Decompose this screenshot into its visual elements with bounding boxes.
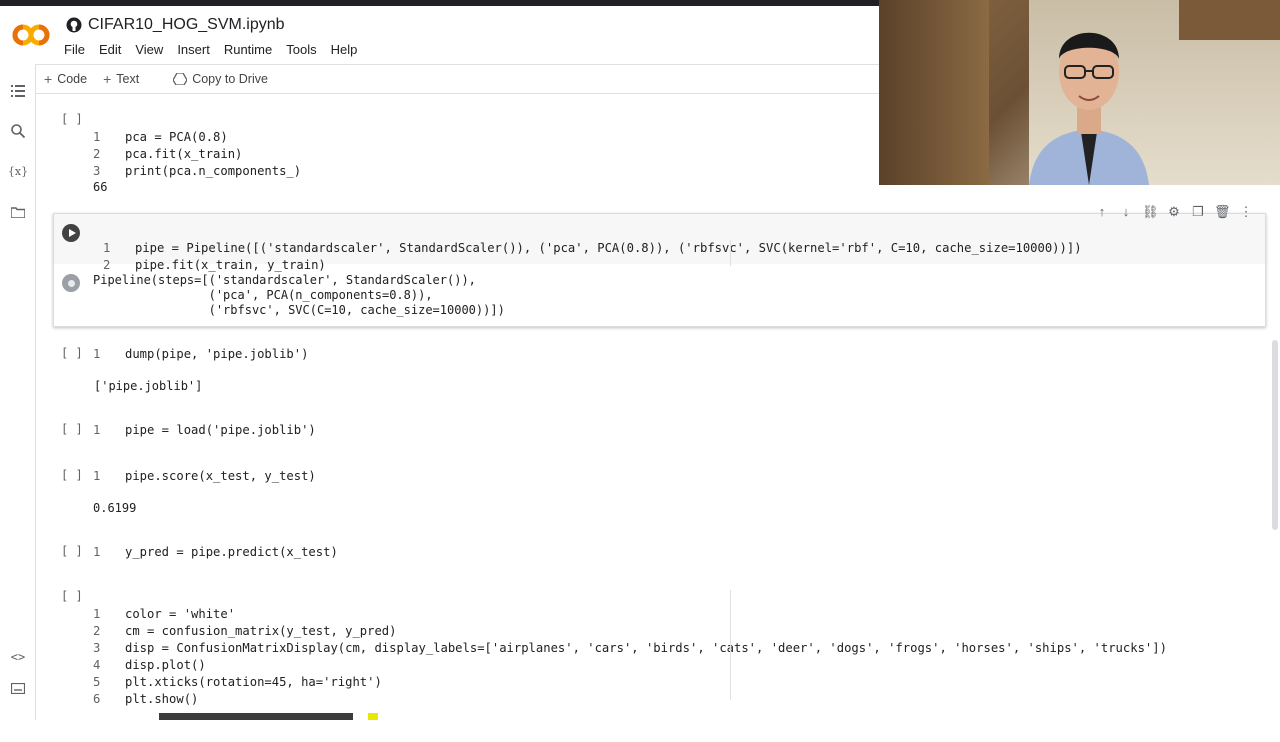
- menu-runtime[interactable]: Runtime: [224, 42, 272, 57]
- line-number: 1: [93, 130, 101, 144]
- code-line: plt.xticks(rotation=45, ha='right'): [125, 675, 382, 689]
- gear-icon[interactable]: ⚙: [1166, 204, 1182, 220]
- left-sidebar: {x} <>: [0, 64, 36, 720]
- delete-icon[interactable]: 🗑: [1214, 204, 1231, 220]
- cell-output: 0.6199: [93, 501, 137, 515]
- cell-code[interactable]: 1 pipe = load('pipe.joblib'): [93, 422, 316, 439]
- notebook-title-text[interactable]: CIFAR10_HOG_SVM.ipynb: [88, 16, 285, 34]
- code-line: pipe = Pipeline([('standardscaler', Stan…: [135, 241, 1082, 255]
- line-number: 4: [93, 658, 101, 672]
- cell-run-bracket[interactable]: [ ]: [61, 468, 83, 482]
- code-snippets-icon[interactable]: <>: [9, 648, 27, 666]
- code-line: disp = ConfusionMatrixDisplay(cm, displa…: [125, 641, 1167, 655]
- drive-icon: [173, 73, 188, 85]
- line-number: 1: [103, 241, 111, 255]
- cell-run-bracket[interactable]: [ ]: [61, 422, 83, 436]
- code-line: pipe = load('pipe.joblib'): [125, 423, 316, 437]
- cell-run-bracket[interactable]: [ ]: [61, 346, 83, 360]
- plus-icon: +: [103, 71, 112, 87]
- focused-code-cell[interactable]: 1 pipe = Pipeline([('standardscaler', Sta…: [53, 213, 1266, 327]
- plus-icon: +: [44, 71, 53, 87]
- cell-output: Pipeline(steps=[('standardscaler', Stand…: [93, 273, 505, 317]
- menu-view[interactable]: View: [135, 42, 163, 57]
- cell-output: ['pipe.joblib']: [94, 379, 203, 393]
- code-line: color = 'white': [125, 607, 236, 621]
- cell-code[interactable]: 1 y_pred = pipe.predict(x_test): [93, 544, 338, 561]
- code-line: disp.plot(): [125, 658, 206, 672]
- toc-icon[interactable]: [9, 82, 27, 100]
- cell-run-bracket[interactable]: [ ]: [61, 544, 83, 558]
- link-icon[interactable]: ⛓: [1142, 204, 1159, 220]
- add-code-label: Code: [57, 72, 88, 86]
- cell-code[interactable]: 1 dump(pipe, 'pipe.joblib'): [93, 346, 308, 363]
- cell-code[interactable]: 1 pca = PCA(0.8) 2 pca.fit(x_train) 3 print(p…: [93, 112, 301, 214]
- code-line: pca.fit(x_train): [125, 147, 243, 161]
- code-line: y_pred = pipe.predict(x_test): [125, 545, 338, 559]
- files-icon[interactable]: [9, 203, 27, 221]
- menu-tools[interactable]: Tools: [286, 42, 316, 57]
- line-number: 6: [93, 692, 101, 706]
- menu-file[interactable]: File: [64, 42, 85, 57]
- line-number: 1: [93, 545, 101, 559]
- code-line: cm = confusion_matrix(y_test, y_pred): [125, 624, 397, 638]
- line-number: 2: [103, 258, 111, 272]
- code-line: pipe.score(x_test, y_test): [125, 469, 316, 483]
- cell-output: 66: [93, 180, 108, 194]
- ruler-line: [730, 240, 731, 266]
- code-line: print(pca.n_components_): [125, 164, 302, 178]
- run-cell-button[interactable]: [62, 224, 80, 242]
- copy-to-drive-label: Copy to Drive: [192, 72, 268, 86]
- line-number: 3: [93, 641, 101, 655]
- move-up-icon[interactable]: ↑: [1094, 204, 1110, 220]
- add-text-label: Text: [116, 72, 140, 86]
- add-text-button[interactable]: + Text: [95, 65, 147, 93]
- mirror-cell-icon[interactable]: ❐: [1190, 204, 1206, 220]
- background-shelf: [1179, 0, 1280, 40]
- menu-help[interactable]: Help: [331, 42, 358, 57]
- code-line: plt.show(): [125, 692, 199, 706]
- add-code-button[interactable]: + Code: [36, 65, 95, 93]
- cell-toolbar: ↑ ↓ ⛓ ⚙ ❐ 🗑 ⋮: [1094, 204, 1254, 220]
- code-line: dump(pipe, 'pipe.joblib'): [125, 347, 309, 361]
- code-line: pca = PCA(0.8): [125, 130, 228, 144]
- line-number: 3: [93, 164, 101, 178]
- cell-run-bracket[interactable]: [ ]: [61, 589, 83, 603]
- notebook-title[interactable]: CIFAR10_HOG_SVM.ipynb: [66, 16, 285, 34]
- line-number: 2: [93, 147, 101, 161]
- webcam-overlay: [879, 0, 1280, 185]
- background-door: [879, 0, 989, 185]
- scrollbar-thumb[interactable]: [1272, 340, 1278, 530]
- terminal-icon[interactable]: [9, 679, 27, 697]
- menu-edit[interactable]: Edit: [99, 42, 121, 57]
- line-number: 1: [93, 607, 101, 621]
- presenter-image: [1029, 32, 1149, 185]
- colab-logo[interactable]: [12, 24, 50, 46]
- line-number: 5: [93, 675, 101, 689]
- output-icon[interactable]: [62, 274, 80, 292]
- copy-to-drive-button[interactable]: Copy to Drive: [165, 65, 276, 93]
- cell-run-bracket[interactable]: [ ]: [61, 112, 83, 126]
- ruler-line: [730, 590, 731, 700]
- menu-insert[interactable]: Insert: [177, 42, 210, 57]
- variables-icon[interactable]: {x}: [8, 162, 28, 180]
- cell-code[interactable]: 1 pipe.score(x_test, y_test): [93, 468, 316, 485]
- line-number: 1: [93, 347, 101, 361]
- notebook-scrollbar[interactable]: [1270, 95, 1280, 720]
- move-down-icon[interactable]: ↓: [1118, 204, 1134, 220]
- github-icon: [66, 17, 82, 33]
- more-options-icon[interactable]: ⋮: [1238, 204, 1254, 220]
- bottom-status-bar: [159, 713, 353, 720]
- line-number: 2: [93, 624, 101, 638]
- search-icon[interactable]: [9, 122, 27, 140]
- code-line: pipe.fit(x_train, y_train): [135, 258, 326, 272]
- menu-bar: File Edit View Insert Runtime Tools Help: [64, 42, 357, 57]
- line-number: 1: [93, 423, 101, 437]
- bottom-status-indicator: [368, 713, 378, 720]
- line-number: 1: [93, 469, 101, 483]
